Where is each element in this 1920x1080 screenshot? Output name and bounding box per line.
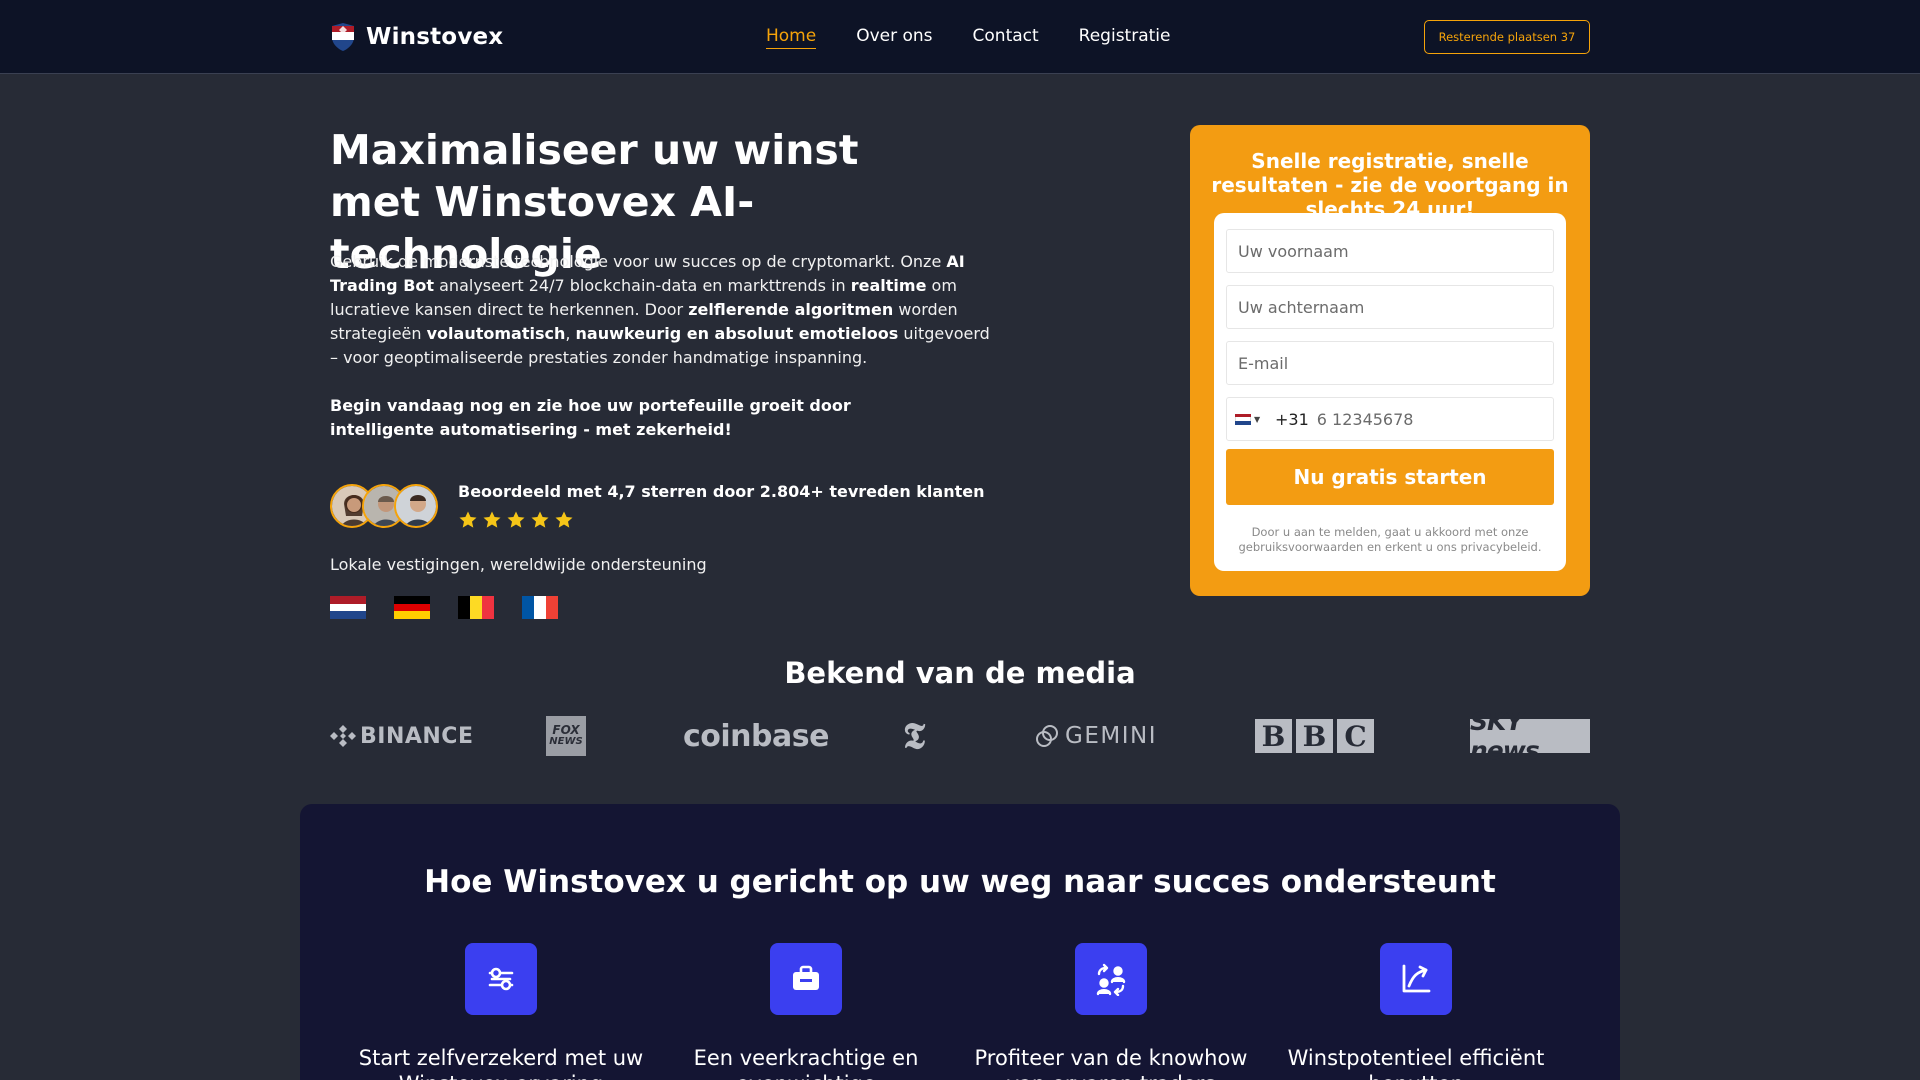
customer-avatars xyxy=(330,484,440,528)
email-input[interactable] xyxy=(1226,341,1554,385)
star-icon xyxy=(459,511,477,528)
news-text: NEWS xyxy=(549,736,583,747)
nav-over-ons[interactable]: Over ons xyxy=(856,26,932,49)
star-icon xyxy=(507,511,525,528)
lastname-input[interactable] xyxy=(1226,285,1554,329)
remaining-seats-button[interactable]: Resterende plaatsen 37 xyxy=(1424,20,1590,54)
coinbase-logo: coinbase xyxy=(683,718,829,754)
star-rating xyxy=(458,510,574,530)
nav-contact[interactable]: Contact xyxy=(973,26,1039,49)
desc-bold: realtime xyxy=(850,276,927,295)
binance-logo: BINANCE xyxy=(330,714,473,758)
feature-text: Winstpotentieel efficiënt benutten xyxy=(1287,1046,1545,1080)
feature-item: Start zelfverzekerd met uw Winstovex-erv… xyxy=(356,943,646,1080)
fox-news-logo: FOX NEWS xyxy=(546,714,586,758)
features-title: Hoe Winstovex u gericht op uw weg naar s… xyxy=(424,864,1496,900)
dial-code: +31 xyxy=(1275,409,1309,429)
france-flag xyxy=(522,596,558,619)
brand-logo[interactable]: Winstovex xyxy=(330,22,503,52)
bbc-logo: B B C xyxy=(1255,714,1374,758)
caret-down-icon: ▼ xyxy=(1254,414,1261,424)
star-icon xyxy=(483,511,501,528)
gemini-wordmark: GEMINI xyxy=(1065,723,1157,749)
feature-item: Een veerkrachtige en evenwichtige xyxy=(661,943,951,1080)
desc-bold: nauwkeurig en absoluut emotieloos xyxy=(575,324,899,343)
fox-news-box: FOX NEWS xyxy=(546,716,586,756)
brand-name: Winstovex xyxy=(366,24,504,50)
rating-text: Beoordeeld met 4,7 sterren door 2.804+ t… xyxy=(458,482,985,501)
germany-flag xyxy=(394,596,430,620)
country-flags xyxy=(330,596,558,620)
feature-item: Winstpotentieel efficiënt benutten xyxy=(1271,943,1561,1080)
shield-flag-icon xyxy=(332,23,354,51)
phone-input[interactable] xyxy=(1308,399,1553,439)
sky-news-box: SKY news xyxy=(1470,707,1590,765)
feature-item: Profiteer van de knowhow van ervaren tra… xyxy=(966,943,1256,1080)
feature-text: Een veerkrachtige en evenwichtige xyxy=(693,1046,919,1080)
desc-bold: zelflerende algoritmen xyxy=(688,300,894,319)
local-support-text: Lokale vestigingen, wereldwijde onderste… xyxy=(330,555,707,574)
phone-field: ▼ +31 xyxy=(1226,397,1554,441)
media-logos: BINANCE FOX NEWS coinbase 𝕿 GEMINI B B C… xyxy=(330,707,1590,765)
sliders-icon xyxy=(465,943,537,1015)
top-navbar: Winstovex Home Over ons Contact Registra… xyxy=(0,0,1920,74)
nav-registratie[interactable]: Registratie xyxy=(1079,26,1171,49)
growth-chart-icon xyxy=(1380,943,1452,1015)
gemini-logo: GEMINI xyxy=(1035,714,1157,758)
netherlands-flag xyxy=(330,596,366,620)
country-code-dropdown[interactable]: ▼ xyxy=(1227,413,1271,425)
registration-title: Snelle registratie, snelle resultaten - … xyxy=(1211,149,1569,221)
star-icon xyxy=(555,511,573,528)
nyt-logo: 𝕿 xyxy=(903,714,926,757)
media-title: Bekend van de media xyxy=(784,656,1136,690)
nav-home[interactable]: Home xyxy=(766,26,817,49)
terms-text: Door u aan te melden, gaat u akkoord met… xyxy=(1238,525,1542,554)
feature-text: Start zelfverzekerd met uw Winstovex-erv… xyxy=(358,1046,644,1080)
netherlands-flag-icon xyxy=(1235,413,1251,425)
fox-text: FOX xyxy=(552,723,580,737)
main-nav: Home Over ons Contact Registratie xyxy=(766,26,1170,49)
registration-card: Snelle registratie, snelle resultaten - … xyxy=(1190,125,1590,596)
feature-text: Profiteer van de knowhow van ervaren tra… xyxy=(974,1046,1248,1080)
sky-news-logo: SKY news xyxy=(1470,707,1590,765)
features-section: Hoe Winstovex u gericht op uw weg naar s… xyxy=(300,804,1620,1080)
binance-wordmark: BINANCE xyxy=(360,723,474,749)
briefcase-icon xyxy=(770,943,842,1015)
desc-text: , xyxy=(565,324,576,343)
binance-icon xyxy=(330,725,356,747)
hero-description: Gebruik de modernste technologie voor uw… xyxy=(330,250,1000,370)
user-exchange-icon xyxy=(1075,943,1147,1015)
belgium-flag xyxy=(458,596,494,619)
star-icon xyxy=(531,511,549,528)
desc-text: analyseert 24/7 blockchain-data en markt… xyxy=(434,276,851,295)
desc-text: Gebruik de modernste technologie voor uw… xyxy=(330,252,947,271)
firstname-input[interactable] xyxy=(1226,229,1554,273)
bbc-letter: B xyxy=(1296,719,1333,753)
start-free-button[interactable]: Nu gratis starten xyxy=(1226,449,1554,505)
bbc-letter: C xyxy=(1337,719,1374,753)
bbc-letter: B xyxy=(1255,719,1292,753)
hero-cta-text: Begin vandaag nog en zie hoe uw portefeu… xyxy=(330,396,851,439)
desc-bold: volautomatisch xyxy=(426,324,566,343)
registration-form: ▼ +31 Nu gratis starten Door u aan te me… xyxy=(1214,213,1566,571)
gemini-icon xyxy=(1036,725,1058,747)
avatar xyxy=(394,484,438,528)
